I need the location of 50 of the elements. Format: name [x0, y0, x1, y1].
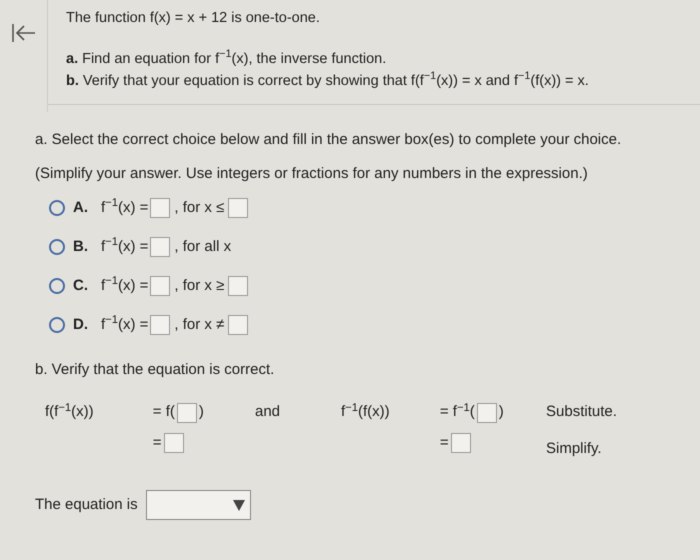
instruction-text: a. Select the correct choice below and fill in the answer box(es) to complete your choice.	[35, 130, 622, 150]
choice-label: B.	[73, 236, 89, 256]
answer-box[interactable]	[150, 276, 170, 296]
question-statement: The function f(x) = x + 12 is one-to-one.	[66, 9, 321, 28]
radio-button[interactable]	[49, 238, 65, 255]
part-text: Find an equation for f$^{−1}$(x), the inverse function.	[82, 48, 386, 69]
radio-button[interactable]	[49, 316, 65, 333]
choice-label: A.	[73, 198, 89, 218]
joiner-text: and	[255, 402, 282, 422]
radio-button[interactable]	[49, 200, 65, 216]
radio-button[interactable]	[49, 278, 65, 294]
answer-box[interactable]	[228, 276, 248, 296]
hint-text: (Simplify your answer. Use integers or fractions for any numbers in the expression.)	[35, 164, 589, 184]
part-b-heading: b. Verify that the equation is correct.	[35, 360, 276, 380]
answer-box[interactable]	[176, 402, 197, 422]
answer-box[interactable]	[228, 198, 248, 218]
answer-box[interactable]	[164, 433, 184, 453]
answer-box[interactable]	[150, 198, 170, 218]
equation-step: = f$^{−1}$(	[440, 401, 475, 424]
equation-step: = f(	[152, 401, 175, 424]
choice-expression: f$^{−1}$(x) =	[101, 274, 148, 296]
equation-lhs: f$^{−1}$(f(x))	[341, 401, 391, 422]
choice-condition: , for x ≥	[174, 276, 224, 296]
step-note: Substitute.	[546, 402, 617, 422]
back-to-start-icon[interactable]	[10, 22, 36, 44]
choice-label: D.	[73, 314, 89, 334]
equation-step: =	[152, 432, 162, 454]
choice-condition: , for x ≤	[174, 198, 224, 218]
choice-expression: f$^{−1}$(x) =	[101, 236, 148, 256]
answer-box[interactable]	[150, 314, 170, 335]
part-text: Verify that your equation is correct by showing that f(f$^{−1}$(x)) = x and f$^{−1}$(f(x)) = x.	[82, 70, 589, 91]
closing-paren: )	[198, 402, 204, 422]
choice-condition: , for x ≠	[174, 314, 224, 334]
answer-box[interactable]	[228, 314, 248, 335]
choice-expression: f$^{−1}$(x) =	[101, 196, 148, 218]
part-label: a.	[66, 50, 78, 69]
choice-label: C.	[73, 276, 89, 296]
closing-paren: )	[498, 402, 504, 422]
equation-step: =	[440, 432, 449, 454]
step-note: Simplify.	[546, 438, 603, 459]
dropdown-caret-icon	[232, 498, 246, 512]
choice-expression: f$^{−1}$(x) =	[101, 314, 148, 334]
part-label: b.	[66, 72, 79, 91]
answer-box[interactable]	[450, 433, 471, 453]
answer-box[interactable]	[150, 236, 170, 257]
choice-condition: , for all x	[174, 236, 232, 256]
answer-box[interactable]	[476, 402, 497, 422]
equation-lhs: f(f$^{−1}$(x))	[45, 401, 95, 422]
equation-dropdown[interactable]	[146, 490, 251, 520]
conclusion-label: The equation is	[35, 495, 138, 515]
